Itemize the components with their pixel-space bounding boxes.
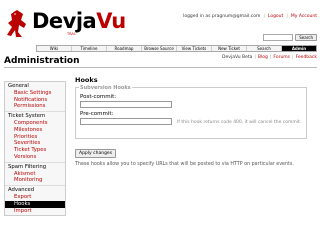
sidebar-item-import[interactable]: Import bbox=[5, 208, 65, 215]
tab-new-ticket[interactable]: New Ticket bbox=[212, 46, 247, 51]
subnav-forums[interactable]: Forums bbox=[273, 55, 290, 60]
sidebar-group-general: General Basic Settings Notifications Per… bbox=[5, 82, 65, 113]
sidebar-group-spam-filtering: Spam Filtering Akismet Monitoring bbox=[5, 163, 65, 187]
tab-view-tickets[interactable]: View Tickets bbox=[177, 46, 212, 51]
sidebar-item-permissions[interactable]: Permissions bbox=[5, 103, 65, 110]
sidebar-item-akismet[interactable]: Akismet bbox=[5, 171, 65, 178]
apply-changes-button[interactable]: Apply changes bbox=[75, 149, 117, 158]
pre-commit-hint: If this hook returns code 400, it will c… bbox=[177, 120, 302, 125]
sidebar-item-notifications[interactable]: Notifications bbox=[5, 97, 65, 104]
search-input[interactable] bbox=[263, 34, 294, 41]
sidebar-item-versions[interactable]: Versions bbox=[5, 154, 65, 161]
pre-commit-input[interactable] bbox=[80, 118, 172, 125]
post-commit-input[interactable] bbox=[80, 101, 172, 108]
sidebar-category: General bbox=[8, 83, 29, 89]
logout-link[interactable]: Logout bbox=[268, 14, 283, 19]
hooks-panel: Hooks Subversion Hooks Post-commit: Pre-… bbox=[75, 76, 315, 167]
search-form: Search bbox=[263, 34, 317, 42]
sidebar-item-priorities[interactable]: Priorities bbox=[5, 134, 65, 141]
sidebar-category: Spam Filtering bbox=[8, 163, 47, 170]
sidebar-group-ticket-system: Ticket System Components Milestones Prio… bbox=[5, 112, 65, 163]
mascot-icon bbox=[4, 8, 30, 38]
sidebar-group-advanced: Advanced Export Hooks Import bbox=[5, 186, 65, 215]
tab-search[interactable]: Search bbox=[247, 46, 282, 51]
main-nav: Wiki Timeline Roadmap Browse Source View… bbox=[36, 45, 317, 52]
tab-roadmap[interactable]: Roadmap bbox=[107, 46, 142, 51]
sidebar-category: Ticket System bbox=[8, 113, 46, 120]
sidebar-item-monitoring[interactable]: Monitoring bbox=[5, 177, 65, 184]
logo-sub: TRAC bbox=[67, 32, 77, 37]
logged-in-text: logged in as pragnum@gmail.com bbox=[183, 14, 261, 19]
sidebar-category: Advanced bbox=[8, 187, 35, 194]
tab-admin[interactable]: Admin bbox=[282, 46, 316, 51]
tab-timeline[interactable]: Timeline bbox=[72, 46, 107, 51]
tab-browse-source[interactable]: Browse Source bbox=[142, 46, 177, 51]
post-commit-label: Post-commit: bbox=[80, 94, 117, 100]
fieldset-legend: Subversion Hooks bbox=[79, 85, 132, 91]
my-account-link[interactable]: My Account bbox=[291, 14, 317, 19]
sub-nav: DevjaVu Beta | Blog | Forums | Feedback bbox=[222, 55, 317, 60]
subnav-feedback[interactable]: Feedback bbox=[296, 55, 317, 60]
sidebar-item-export[interactable]: Export bbox=[5, 194, 65, 201]
logo-wordmark: DevjaVu bbox=[32, 9, 126, 33]
devjavu-logo[interactable]: DevjaVu TRAC bbox=[4, 8, 126, 38]
tab-wiki[interactable]: Wiki bbox=[37, 46, 72, 51]
sidebar-item-milestones[interactable]: Milestones bbox=[5, 127, 65, 134]
sidebar-item-hooks[interactable]: Hooks bbox=[5, 200, 65, 208]
page-title: Administration bbox=[4, 56, 80, 66]
meta-nav: logged in as pragnum@gmail.com | Logout | My… bbox=[183, 14, 317, 19]
sidebar-item-basic-settings[interactable]: Basic Settings bbox=[5, 90, 65, 97]
sidebar-item-severities[interactable]: Severities bbox=[5, 140, 65, 147]
sidebar-item-components[interactable]: Components bbox=[5, 120, 65, 127]
subnav-devjavu-beta[interactable]: DevjaVu Beta bbox=[222, 55, 252, 60]
section-heading: Hooks bbox=[75, 76, 98, 84]
title-divider bbox=[4, 67, 317, 68]
subversion-hooks-fieldset: Subversion Hooks Post-commit: Pre-commit… bbox=[75, 85, 307, 139]
sidebar-item-ticket-types[interactable]: Ticket Types bbox=[5, 147, 65, 154]
search-button[interactable]: Search bbox=[295, 34, 317, 41]
admin-sidebar: General Basic Settings Notifications Per… bbox=[4, 81, 66, 217]
subnav-blog[interactable]: Blog bbox=[258, 55, 268, 60]
hooks-description: These hooks allow you to specify URLs th… bbox=[75, 162, 294, 167]
